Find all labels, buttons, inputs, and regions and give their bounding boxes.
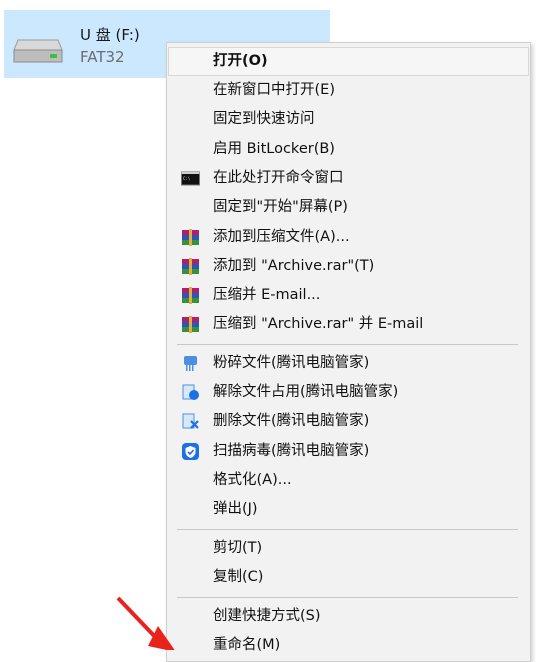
menu-item-pin-start[interactable]: 固定到"开始"屏幕(P) [167,193,530,222]
menu-item-pin-quick-access[interactable]: 固定到快速访问 [167,105,530,134]
drive-name: U 盘 (F:) [80,26,140,44]
menu-item-add-archive-rar[interactable]: 添加到 "Archive.rar"(T) [167,252,530,281]
menu-item-rename[interactable]: 重命名(M) [167,631,530,660]
delete-icon [182,413,199,429]
usb-drive-icon [13,39,63,63]
winrar-icon [182,258,199,275]
menu-item-cut[interactable]: 剪切(T) [167,534,530,563]
shred-icon [184,356,197,371]
winrar-icon [182,229,199,246]
menu-item-compress-email[interactable]: 压缩并 E-mail... [167,281,530,310]
cmd-icon: C:\ [181,171,200,186]
menu-separator [177,597,518,598]
menu-item-shred[interactable]: 粉碎文件(腾讯电脑管家) [167,349,530,378]
shield-icon [182,443,199,460]
menu-separator [177,344,518,345]
winrar-icon [182,287,199,304]
menu-item-open-new-window[interactable]: 在新窗口中打开(E) [167,76,530,105]
menu-item-scan-virus[interactable]: 扫描病毒(腾讯电脑管家) [167,437,530,466]
drive-filesystem: FAT32 [80,48,125,66]
menu-item-open-cmd[interactable]: C:\ 在此处打开命令窗口 [167,164,530,193]
menu-item-open[interactable]: 打开(O) [167,47,530,76]
menu-item-bitlocker[interactable]: 启用 BitLocker(B) [167,135,530,164]
svg-text:C:\: C:\ [183,176,191,181]
menu-item-create-shortcut[interactable]: 创建快捷方式(S) [167,602,530,631]
menu-separator [177,529,518,530]
menu-item-copy[interactable]: 复制(C) [167,563,530,592]
menu-item-format[interactable]: 格式化(A)... [167,466,530,495]
menu-item-unlock-file[interactable]: 解除文件占用(腾讯电脑管家) [167,378,530,407]
unlock-icon [182,384,199,400]
menu-item-eject[interactable]: 弹出(J) [167,495,530,524]
menu-item-delete-file[interactable]: 删除文件(腾讯电脑管家) [167,407,530,436]
menu-item-compress-rar-email[interactable]: 压缩到 "Archive.rar" 并 E-mail [167,310,530,339]
winrar-icon [182,316,199,333]
context-menu: 打开(O) 在新窗口中打开(E) 固定到快速访问 启用 BitLocker(B)… [166,42,531,662]
red-arrow-annotation [116,596,175,650]
menu-item-add-archive[interactable]: 添加到压缩文件(A)... [167,223,530,252]
